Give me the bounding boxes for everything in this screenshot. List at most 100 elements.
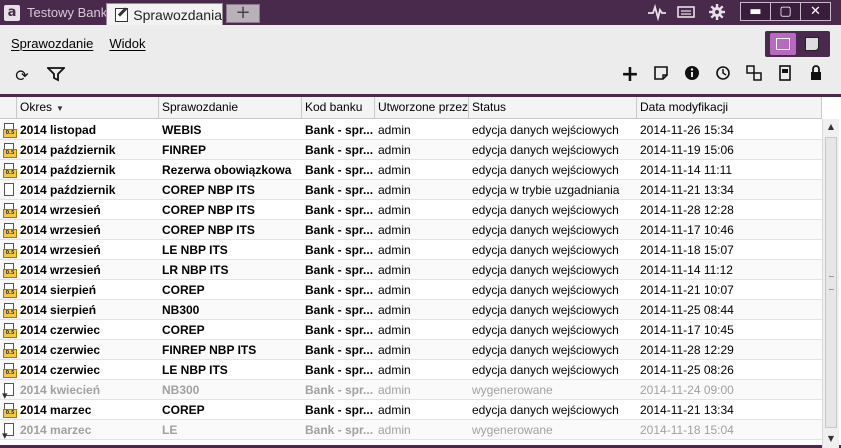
cell-data-modyfikacji: 2014-11-24 09:00 [640,383,734,397]
cell-kod-banku: Bank - spr... [305,263,374,277]
table-row[interactable]: 2014 kwiecień NB300 Bank - spr... admin wyge… [0,380,822,400]
header-status[interactable]: Status [469,97,637,118]
cell-okres: 2014 kwiecień [20,383,101,397]
toolbar-panel: Sprawozdanie Widok ⟳ + [0,25,841,94]
document-draft-icon [3,143,17,158]
cell-sprawozdanie: LE NBP ITS [162,363,228,377]
refresh-icon[interactable]: ⟳ [12,67,32,85]
close-button[interactable]: ✕ [801,3,830,20]
table-row[interactable]: 2014 czerwiec COREP Bank - spr... admin edyc… [0,320,822,340]
cell-sprawozdanie: LE NBP ITS [162,243,228,257]
row-icon-cell [0,380,17,399]
table-row[interactable]: 2014 wrzesień LR NBP ITS Bank - spr... admi… [0,260,822,280]
cell-status: edycja danych wejściowych [472,223,619,237]
cell-kod-banku: Bank - spr... [305,163,374,177]
row-icon-cell [0,160,17,179]
cell-utworzone-przez: admin [378,383,411,397]
cell-kod-banku: Bank - spr... [305,343,374,357]
table-row[interactable]: 2014 wrzesień COREP NBP ITS Bank - spr... a… [0,220,822,240]
table-row[interactable]: 2014 październik COREP NBP ITS Bank - spr.… [0,180,822,200]
minimize-button[interactable]: ▬ [741,3,771,20]
cell-okres: 2014 marzec [20,423,92,437]
document-draft-icon [3,223,17,238]
header-okres[interactable]: Okres ▼ [17,97,159,118]
row-icon-cell [0,360,17,379]
table-row[interactable]: 2014 październik FINREP Bank - spr... admin… [0,140,822,160]
cell-utworzone-przez: admin [378,263,411,277]
add-icon[interactable]: + [620,64,640,86]
cell-sprawozdanie: Rezerwa obowiązkowa [162,163,292,177]
cell-kod-banku: Bank - spr... [305,323,374,337]
lock-icon[interactable] [806,65,826,85]
note-view-button[interactable] [799,33,825,55]
cell-sprawozdanie: COREP NBP ITS [162,223,255,237]
cell-data-modyfikacji: 2014-11-21 13:34 [640,183,734,197]
cell-kod-banku: Bank - spr... [305,123,374,137]
cell-status: edycja danych wejściowych [472,403,619,417]
cell-sprawozdanie: COREP NBP ITS [162,183,255,197]
info-icon[interactable] [682,65,702,85]
cell-sprawozdanie: WEBIS [162,123,202,137]
header-sprawozdanie[interactable]: Sprawozdanie [159,97,302,118]
app-tab[interactable]: a Testowy Bank [4,2,107,23]
toolbar-right: + [620,64,826,86]
document-draft-icon [3,343,17,358]
vertical-scrollbar[interactable]: ▲ ▼ [822,119,839,448]
cell-utworzone-przez: admin [378,403,411,417]
cell-kod-banku: Bank - spr... [305,203,374,217]
header-utworzone-przez[interactable]: Utworzone przez [375,97,469,118]
cell-data-modyfikacji: 2014-11-18 15:07 [640,243,734,257]
row-icon-cell [0,300,17,319]
title-bar: a Testowy Bank Sprawozdania + ▬ ▢ ✕ [0,0,841,25]
filter-icon[interactable] [45,66,67,86]
table-row[interactable]: 2014 wrzesień LE NBP ITS Bank - spr... admi… [0,240,822,260]
cell-sprawozdanie: FINREP [162,143,207,157]
note-icon[interactable] [651,65,671,85]
header-data-modyfikacji[interactable]: Data modyfikacji [637,97,822,118]
document-generated-icon [2,383,14,399]
row-icon-cell [0,140,17,159]
compare-icon[interactable] [744,65,764,85]
gear-icon[interactable] [707,3,727,21]
row-icon-cell [0,280,17,299]
cell-sprawozdanie: LE [162,423,178,437]
maximize-button[interactable]: ▢ [771,3,801,20]
menu-sprawozdanie[interactable]: Sprawozdanie [11,36,93,51]
tab-sprawozdania[interactable]: Sprawozdania [106,3,223,25]
table-row[interactable]: 2014 listopad WEBIS Bank - spr... admin edyc… [0,120,822,140]
table-row[interactable]: 2014 sierpień NB300 Bank - spr... admin edyc… [0,300,822,320]
note-view-icon [804,37,819,51]
cell-data-modyfikacji: 2014-11-25 08:44 [640,303,734,317]
header-icon-column[interactable] [0,97,17,118]
activity-icon[interactable] [647,3,667,22]
cell-sprawozdanie: FINREP NBP ITS [162,343,257,357]
scrollbar-thumb[interactable] [825,137,837,428]
header-kod-banku[interactable]: Kod banku [302,97,375,118]
cell-status: edycja danych wejściowych [472,163,619,177]
document-draft-icon [3,283,17,298]
menu-widok[interactable]: Widok [109,36,145,51]
document-draft-icon [3,123,17,138]
scroll-up-icon[interactable]: ▲ [823,119,839,135]
table-row[interactable]: 2014 sierpień COREP Bank - spr... admin edyc… [0,280,822,300]
cell-kod-banku: Bank - spr... [305,243,374,257]
cell-kod-banku: Bank - spr... [305,283,374,297]
reports-table: Okres ▼ Sprawozdanie Kod banku Utworzone … [0,94,841,448]
cell-utworzone-przez: admin [378,343,411,357]
sd-card-icon[interactable] [775,65,795,85]
table-row[interactable]: 2014 marzec COREP Bank - spr... admin edycja… [0,400,822,420]
app-logo: a [4,4,20,21]
table-row[interactable]: 2014 czerwiec FINREP NBP ITS Bank - spr...… [0,340,822,360]
cell-data-modyfikacji: 2014-11-21 10:07 [640,283,734,297]
keyboard-icon[interactable] [676,3,696,21]
history-icon[interactable] [713,65,733,85]
table-row[interactable]: 2014 marzec LE Bank - spr... admin wygenerow… [0,420,822,440]
list-view-button[interactable] [770,33,797,55]
document-generated-icon [2,423,14,439]
table-row[interactable]: 2014 październik Rezerwa obowiązkowa Bank … [0,160,822,180]
list-view-icon [776,38,791,50]
new-tab-button[interactable]: + [226,4,260,23]
table-row[interactable]: 2014 czerwiec LE NBP ITS Bank - spr... admi… [0,360,822,380]
table-row[interactable]: 2014 wrzesień COREP NBP ITS Bank - spr... a… [0,200,822,220]
cell-utworzone-przez: admin [378,363,411,377]
